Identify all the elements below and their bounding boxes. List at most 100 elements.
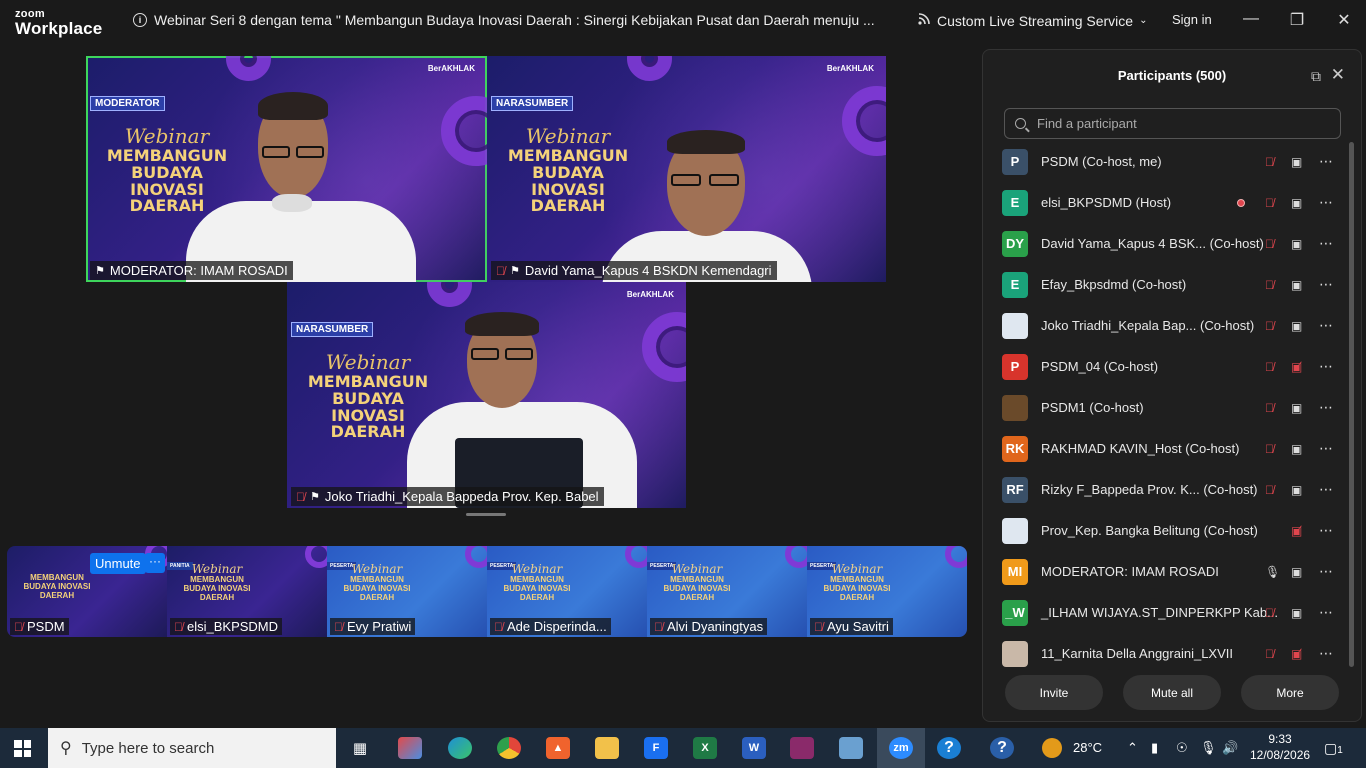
close-icon[interactable]: ✕ [1331,65,1345,85]
more-options-icon[interactable]: ⋯ [1319,235,1333,252]
video-on-icon[interactable]: ▣ [1291,401,1302,415]
more-options-icon[interactable]: ⋯ [1319,481,1333,498]
more-button[interactable]: More [1241,675,1339,710]
mic-muted-icon[interactable]: 🎙̸ [1265,360,1274,374]
info-icon[interactable]: i [133,13,147,27]
mic-on-icon[interactable]: 🎙 [1265,565,1280,579]
participant-row[interactable]: Prov_Kep. Bangka Belitung (Co-host) ▣̸ ⋯ [983,510,1348,551]
video-off-icon[interactable]: ▣̸ [1291,360,1302,374]
more-options-icon[interactable]: ⋯ [1319,563,1333,580]
photos-app-icon[interactable] [839,737,863,759]
more-options-icon[interactable]: ⋯ [1319,399,1333,416]
video-off-icon[interactable]: ▣̸ [1291,524,1302,538]
windows-start-icon[interactable] [14,740,31,757]
thumbnail-tile[interactable]: PESERTA Webinar MEMBANGUN BUDAYA INOVASI … [647,546,807,637]
battery-icon[interactable]: ▮ [1151,740,1158,756]
meeting-info[interactable]: i Webinar Seri 8 dengan tema " Membangun… [133,12,875,28]
mic-muted-icon[interactable]: 🎙̸ [1265,155,1274,169]
mic-muted-icon[interactable]: 🎙̸ [1265,647,1274,661]
more-options-icon[interactable]: ⋯ [1319,358,1333,375]
scrollbar[interactable] [1349,142,1354,667]
participant-row[interactable]: Eelsi_BKPSDMD (Host) 🎙̸ ▣ ⋯ [983,182,1348,223]
get-help-icon[interactable]: ? [990,737,1014,759]
system-clock[interactable]: 9:33 12/08/2026 [1250,731,1310,763]
volume-icon[interactable]: 🔊 [1222,740,1238,756]
mic-muted-icon[interactable]: 🎙̸ [1265,483,1274,497]
video-on-icon[interactable]: ▣ [1291,483,1302,497]
sign-in-link[interactable]: Sign in [1172,12,1212,27]
invite-button[interactable]: Invite [1005,675,1103,710]
minimize-icon[interactable]: — [1241,10,1261,28]
participant-row[interactable]: RF Rizky F_Bappeda Prov. K... (Co-host) 🎙̸… [983,469,1348,510]
more-options-icon[interactable]: ⋯ [1319,645,1333,662]
video-on-icon[interactable]: ▣ [1291,565,1302,579]
more-options-icon[interactable]: ⋯ [1319,522,1333,539]
participant-row[interactable]: _W _ILHAM WIJAYA.ST_DINPERKPP Kab... 🎙̸ ▣ ⋯ [983,592,1348,633]
video-off-icon[interactable]: ▣̸ [1291,647,1302,661]
participant-row[interactable]: MI MODERATOR: IMAM ROSADI 🎙 ▣ ⋯ [983,551,1348,592]
participant-row[interactable]: PSDM1 (Co-host) 🎙̸ ▣ ⋯ [983,387,1348,428]
mic-muted-icon[interactable]: 🎙̸ [1265,606,1274,620]
participant-row[interactable]: E Efay_Bkpsdmd (Co-host) 🎙̸ ▣ ⋯ [983,264,1348,305]
more-options-icon[interactable]: ⋯ [1319,604,1333,621]
chevron-up-icon[interactable]: ⌃ [1127,740,1138,756]
video-on-icon[interactable]: ▣ [1291,155,1302,169]
thumbnail-tile[interactable]: PESERTA Webinar MEMBANGUN BUDAYA INOVASI … [327,546,487,637]
chrome-browser-icon[interactable] [497,737,521,759]
video-on-icon[interactable]: ▣ [1291,237,1302,251]
participant-row[interactable]: RK RAKHMAD KAVIN_Host (Co-host) 🎙̸ ▣ ⋯ [983,428,1348,469]
zoom-app-icon[interactable]: zm [889,737,913,759]
winrar-icon[interactable] [790,737,814,759]
mic-muted-icon[interactable]: 🎙̸ [1265,237,1274,251]
participant-row[interactable]: Joko Triadhi_Kepala Bap... (Co-host) 🎙̸ ▣ ⋯ [983,305,1348,346]
mic-muted-icon[interactable]: 🎙̸ [1265,401,1274,415]
mic-muted-icon[interactable]: 🎙̸ [1265,196,1274,210]
video-on-icon[interactable]: ▣ [1291,319,1302,333]
video-tile-moderator[interactable]: BerAKHLAK MODERATOR Webinar MEMBANGUN BU… [86,56,487,282]
taskbar-search-input[interactable]: ⚲ Type here to search [48,728,336,768]
video-tile-speaker[interactable]: BerAKHLAK NARASUMBER Webinar MEMBANGUN B… [287,282,686,508]
microphone-icon[interactable]: 🎙 [1200,740,1217,756]
video-on-icon[interactable]: ▣ [1291,442,1302,456]
temperature[interactable]: 28°C [1073,740,1102,755]
mic-muted-icon[interactable]: 🎙̸ [1265,319,1274,333]
thumbnail-tile[interactable]: PESERTA Webinar MEMBANGUN BUDAYA INOVASI … [807,546,967,637]
popout-icon[interactable]: ⧉ [1311,68,1321,85]
video-on-icon[interactable]: ▣ [1291,196,1302,210]
file-explorer-icon[interactable] [595,737,619,759]
participant-row[interactable]: P PSDM_04 (Co-host) 🎙̸ ▣̸ ⋯ [983,346,1348,387]
more-options-icon[interactable]: ⋯ [1319,317,1333,334]
mute-all-button[interactable]: Mute all [1123,675,1221,710]
brave-browser-icon[interactable]: ▲ [546,737,570,759]
participant-row[interactable]: DY David Yama_Kapus 4 BSK... (Co-host) 🎙̸ ▣… [983,223,1348,264]
thumbnail-tile[interactable]: PANITIA Webinar MEMBANGUN BUDAYA INOVASI … [167,546,327,637]
wifi-icon[interactable]: ☉ [1176,740,1188,756]
edge-browser-icon[interactable] [448,737,472,759]
resize-handle[interactable] [466,513,506,516]
participant-search-input[interactable]: Find a participant [1004,108,1341,139]
more-options-button[interactable]: ··· [145,553,165,573]
restore-icon[interactable]: ❐ [1287,10,1307,30]
unmute-button[interactable]: Unmute [90,553,146,574]
participant-row[interactable]: P PSDM (Co-host, me) 🎙̸ ▣ ⋯ [983,141,1348,182]
store-app-icon[interactable]: F [644,737,668,759]
mic-muted-icon[interactable]: 🎙̸ [1265,278,1274,292]
more-options-icon[interactable]: ⋯ [1319,276,1333,293]
more-options-icon[interactable]: ⋯ [1319,194,1333,211]
notification-icon[interactable]: ▢1 [1324,740,1343,757]
word-icon[interactable]: W [742,737,766,759]
paint-app-icon[interactable] [398,737,422,759]
thumbnail-tile[interactable]: PESERTA Webinar MEMBANGUN BUDAYA INOVASI … [487,546,647,637]
video-on-icon[interactable]: ▣ [1291,606,1302,620]
video-on-icon[interactable]: ▣ [1291,278,1302,292]
participant-row[interactable]: 11_Karnita Della Anggraini_LXVII 🎙̸ ▣̸ ⋯ [983,633,1348,674]
video-tile-speaker[interactable]: BerAKHLAK NARASUMBER Webinar MEMBANGUN B… [487,56,886,282]
more-options-icon[interactable]: ⋯ [1319,153,1333,170]
help-icon[interactable]: ? [937,737,961,759]
excel-icon[interactable]: X [693,737,717,759]
close-icon[interactable]: ✕ [1334,10,1354,30]
live-stream-menu[interactable]: Custom Live Streaming Service ⌄ [917,12,1147,29]
mic-muted-icon[interactable]: 🎙̸ [1265,442,1274,456]
task-view-icon[interactable]: ▦ [348,737,372,759]
more-options-icon[interactable]: ⋯ [1319,440,1333,457]
